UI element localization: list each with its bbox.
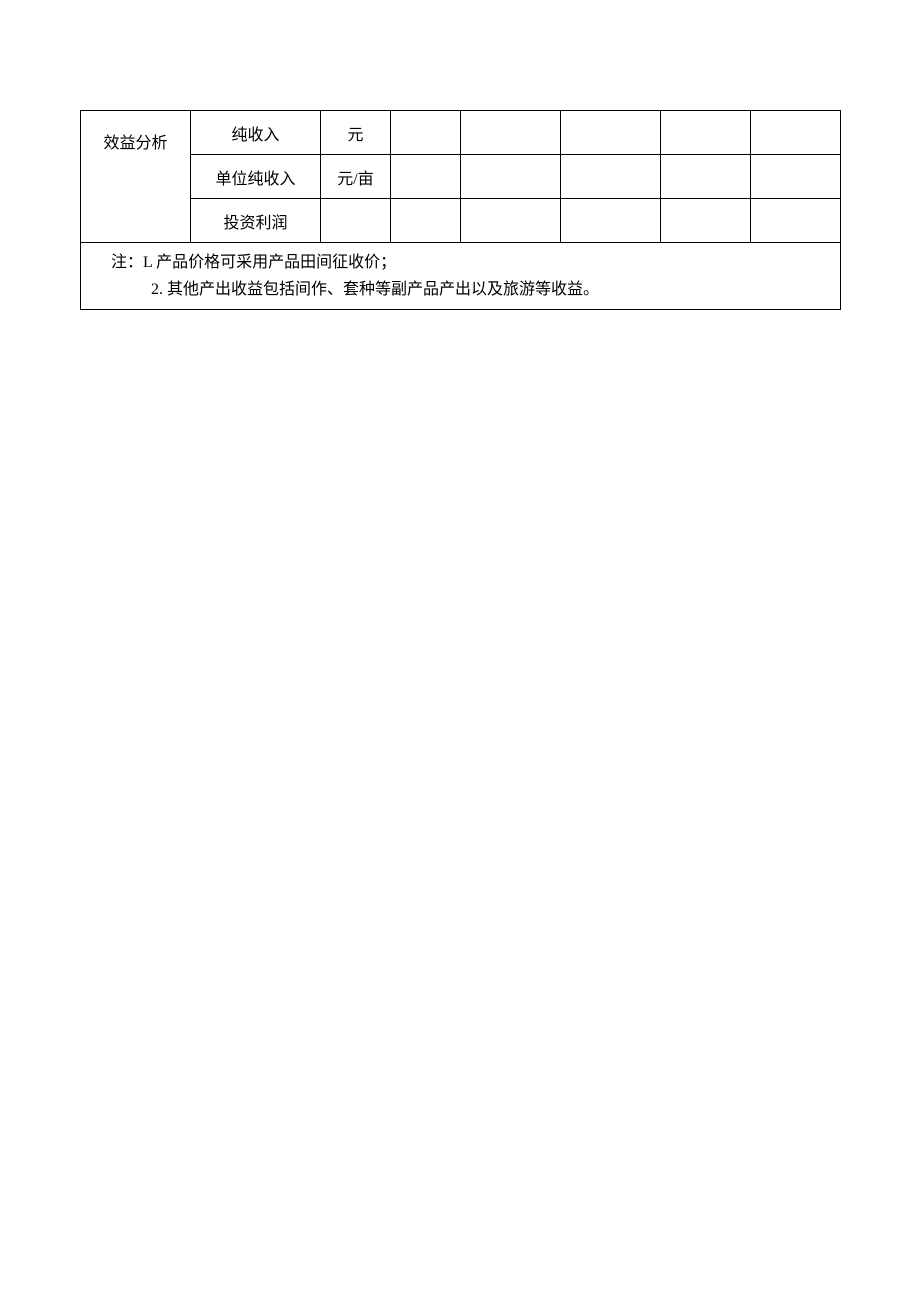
row-label: 单位纯收入 xyxy=(191,155,321,199)
group-label-cell: 效益分析 xyxy=(81,111,191,243)
row-label: 投资利润 xyxy=(191,199,321,243)
data-cell xyxy=(661,155,751,199)
data-cell xyxy=(751,199,841,243)
data-cell xyxy=(751,155,841,199)
data-cell xyxy=(561,199,661,243)
note-line-2: 2. 其他产出收益包括间作、套种等副产品产出以及旅游等收益。 xyxy=(111,276,840,303)
data-cell xyxy=(561,111,661,155)
data-cell xyxy=(391,199,461,243)
document-table-container: 效益分析 纯收入 元 单位纯收入 元/亩 投资利润 xyxy=(80,110,840,310)
data-cell xyxy=(461,199,561,243)
table-row: 单位纯收入 元/亩 xyxy=(81,155,841,199)
data-cell xyxy=(461,111,561,155)
benefit-analysis-table: 效益分析 纯收入 元 单位纯收入 元/亩 投资利润 xyxy=(80,110,841,310)
table-row: 效益分析 纯收入 元 xyxy=(81,111,841,155)
table-row: 投资利润 xyxy=(81,199,841,243)
data-cell xyxy=(661,111,751,155)
data-cell xyxy=(391,155,461,199)
table-note-row: 注：L 产品价格可采用产品田间征收价； 2. 其他产出收益包括间作、套种等副产品… xyxy=(81,243,841,310)
row-unit: 元 xyxy=(321,111,391,155)
note-cell: 注：L 产品价格可采用产品田间征收价； 2. 其他产出收益包括间作、套种等副产品… xyxy=(81,243,841,310)
data-cell xyxy=(561,155,661,199)
data-cell xyxy=(661,199,751,243)
data-cell xyxy=(751,111,841,155)
row-unit: 元/亩 xyxy=(321,155,391,199)
row-label: 纯收入 xyxy=(191,111,321,155)
data-cell xyxy=(461,155,561,199)
data-cell xyxy=(391,111,461,155)
note-line-1: 注：L 产品价格可采用产品田间征收价； xyxy=(111,249,840,276)
row-unit xyxy=(321,199,391,243)
